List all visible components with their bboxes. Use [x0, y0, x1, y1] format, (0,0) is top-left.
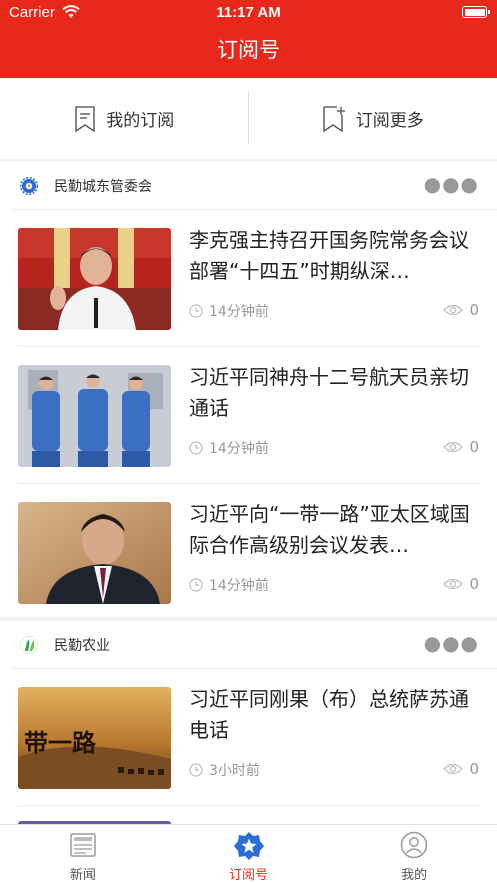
news-time-label: 14分钟前	[209, 441, 269, 457]
tab-subscriptions-label: 订阅号	[229, 868, 269, 883]
leaf-logo-icon	[20, 636, 38, 654]
news-time: 3小时前	[189, 760, 260, 780]
news-views-count: 0	[469, 760, 479, 778]
bookmark-add-icon	[322, 105, 345, 132]
eye-icon	[443, 441, 464, 453]
status-bar: Carrier 11:17 AM	[0, 0, 497, 26]
divider	[248, 92, 249, 144]
news-views: 0	[443, 575, 479, 593]
section-header[interactable]: 民勤农业 ●●●	[12, 621, 497, 669]
clock-icon	[189, 578, 203, 592]
news-thumbnail: 带一路	[18, 687, 171, 789]
news-time: 14分钟前	[189, 301, 269, 321]
bookmark-list-icon	[75, 105, 96, 132]
tab-subscriptions[interactable]: 订阅号	[166, 825, 332, 883]
news-time: 14分钟前	[189, 438, 269, 458]
news-thumbnail	[18, 228, 171, 330]
news-item[interactable]: 带一路 习近平同刚果（布）总统萨苏通电话 3小时前 0	[18, 669, 479, 806]
tab-news-label: 新闻	[69, 868, 96, 883]
clock: 11:17 AM	[216, 4, 281, 21]
tab-profile[interactable]: 我的	[331, 825, 497, 883]
banner-text: 带一路	[24, 728, 97, 757]
star-badge-icon	[233, 832, 264, 860]
news-time-label: 14分钟前	[209, 304, 269, 320]
news-views: 0	[443, 438, 479, 456]
user-icon	[400, 831, 428, 859]
news-title: 习近平向“一带一路”亚太区域国际合作高级别会议发表…	[189, 502, 470, 557]
news-views-count: 0	[469, 575, 479, 593]
news-thumbnail	[18, 365, 171, 467]
news-thumbnail	[18, 502, 171, 604]
newspaper-icon	[70, 833, 96, 857]
section-name: 民勤城东管委会	[54, 179, 152, 195]
news-title: 李克强主持召开国务院常务会议 部署“十四五”时期纵深…	[189, 228, 469, 283]
news-views: 0	[443, 301, 479, 319]
news-title: 习近平同刚果（布）总统萨苏通电话	[189, 687, 469, 742]
news-views-count: 0	[469, 301, 479, 319]
news-time: 14分钟前	[189, 575, 269, 595]
section-name: 民勤农业	[54, 638, 110, 654]
subscribe-bar: 我的订阅 订阅更多	[0, 78, 497, 159]
eye-icon	[443, 763, 464, 775]
subscription-section: 民勤农业 ●●● 带一路 习近平同刚果（布）总统萨苏通电话 3小时前 0	[0, 621, 497, 824]
tab-profile-label: 我的	[401, 868, 428, 883]
my-subscriptions-label: 我的订阅	[106, 111, 175, 131]
nav-title: 订阅号	[0, 26, 497, 78]
news-time-label: 3小时前	[209, 763, 260, 779]
tab-bar: 新闻 订阅号 我的	[0, 824, 497, 883]
news-views-count: 0	[469, 438, 479, 456]
section-header[interactable]: 民勤城东管委会 ●●●	[12, 162, 497, 210]
subscription-section: 民勤城东管委会 ●●● 李克强主持召开国务院常务会议 部署“十四五”时期纵深… …	[0, 162, 497, 617]
clock-icon	[189, 763, 203, 777]
news-time-label: 14分钟前	[209, 578, 269, 594]
news-item[interactable]: 习近平向“一带一路”亚太区域国际合作高级别会议发表… 14分钟前 0	[18, 484, 479, 621]
clock-icon	[189, 304, 203, 318]
eye-icon	[443, 304, 464, 316]
subscribe-more-button[interactable]: 订阅更多	[249, 78, 497, 159]
news-views: 0	[443, 760, 479, 778]
battery-icon	[462, 6, 490, 18]
eye-icon	[443, 578, 464, 590]
clock-icon	[189, 441, 203, 455]
news-title: 习近平同神舟十二号航天员亲切通话	[189, 365, 469, 420]
more-options-icon[interactable]: ●●●	[424, 631, 479, 655]
news-item[interactable]: 李克强主持召开国务院常务会议 部署“十四五”时期纵深… 14分钟前 0	[18, 210, 479, 347]
tab-news[interactable]: 新闻	[0, 825, 166, 883]
more-options-icon[interactable]: ●●●	[424, 172, 479, 196]
subscribe-more-label: 订阅更多	[355, 111, 424, 131]
my-subscriptions-button[interactable]: 我的订阅	[0, 78, 249, 159]
news-item[interactable]: 习近平同神舟十二号航天员亲切通话 14分钟前 0	[18, 347, 479, 484]
gear-logo-icon	[20, 177, 38, 195]
